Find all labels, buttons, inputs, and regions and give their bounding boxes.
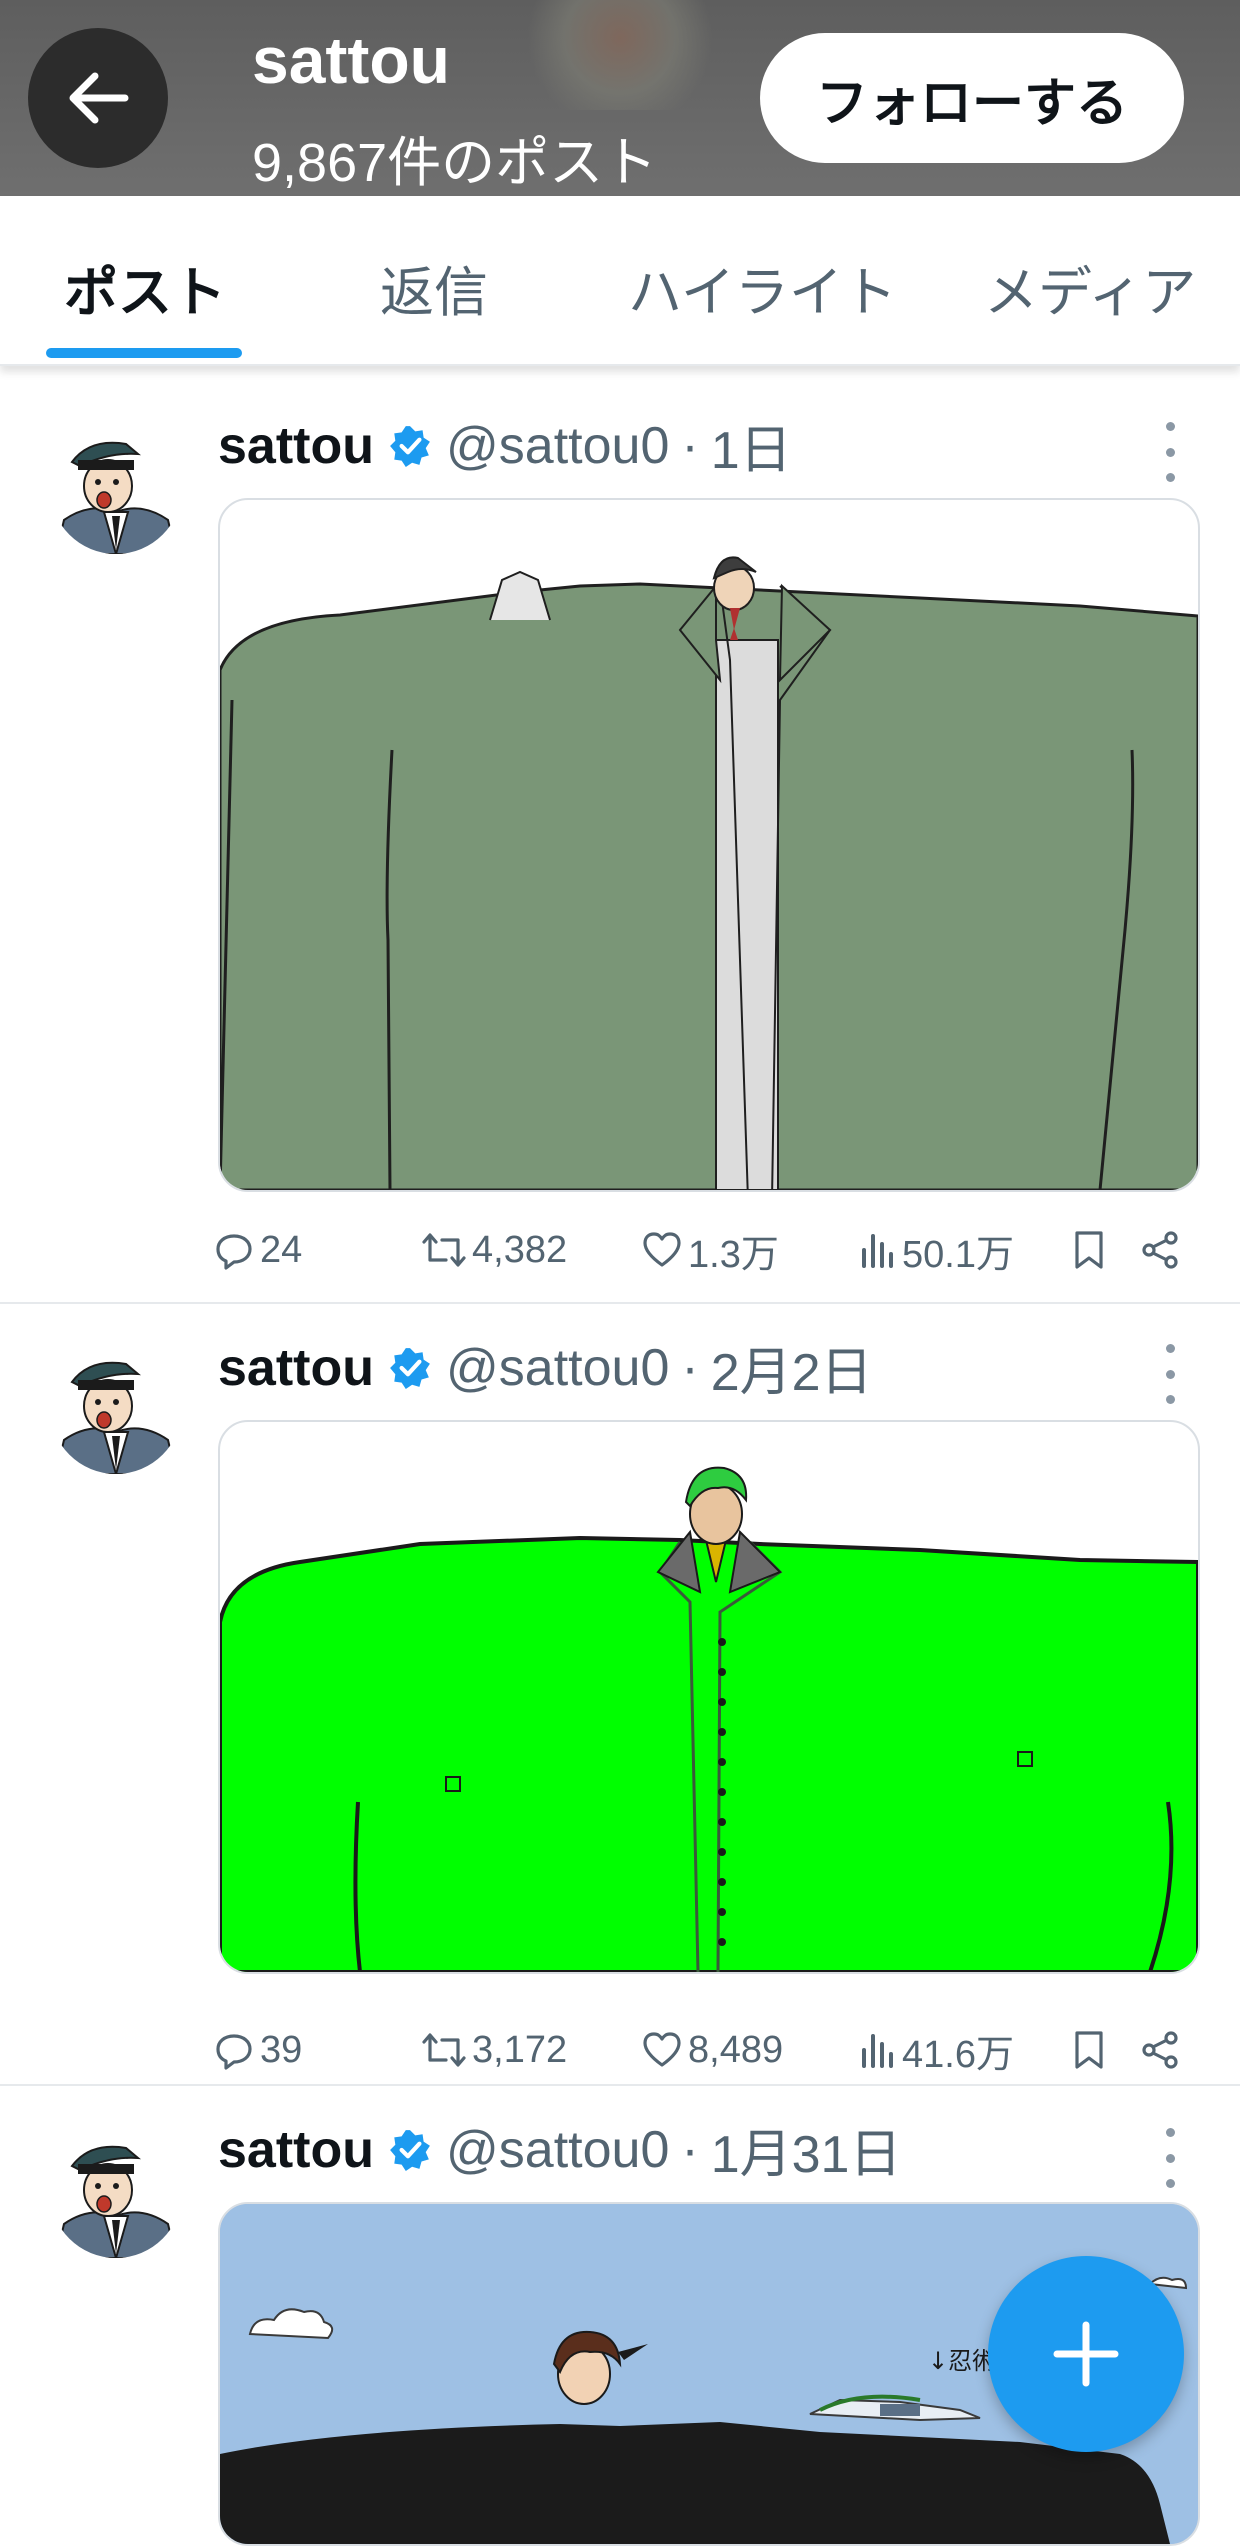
- more-vertical-icon[interactable]: [1150, 2128, 1190, 2188]
- like-count: 1.3万: [688, 1233, 779, 1276]
- reply-count: 24: [260, 1228, 303, 1271]
- verified-badge-icon: [388, 1346, 432, 1390]
- bookmark-icon: [1075, 1231, 1103, 1269]
- reply-icon: [216, 1234, 252, 1270]
- arrow-left-icon: [69, 72, 129, 124]
- like-count: 8,489: [688, 2028, 784, 2071]
- post-count: 9,867件のポスト: [252, 133, 658, 193]
- like-button[interactable]: 1.3万: [642, 1220, 779, 1280]
- active-tab-indicator: [46, 348, 242, 358]
- green-coat-illustration: [220, 556, 1198, 1190]
- post-item[interactable]: sattou @sattou0 · 2月2日 39 3,172 8,489 41…: [0, 1304, 1240, 2084]
- author-handle[interactable]: @sattou0: [446, 416, 669, 476]
- share-icon: [1142, 2031, 1178, 2069]
- reply-icon: [216, 2034, 252, 2070]
- tab-media[interactable]: メディア: [984, 248, 1196, 327]
- follow-button[interactable]: フォローする: [760, 33, 1184, 163]
- repost-button[interactable]: 3,172: [422, 2020, 567, 2080]
- compose-button[interactable]: [988, 2256, 1184, 2452]
- reply-button[interactable]: 24: [214, 1220, 302, 1280]
- bright-green-coat-illustration: [220, 1466, 1198, 1972]
- verified-badge-icon: [388, 424, 432, 468]
- repost-icon: [422, 1233, 466, 1267]
- repost-count: 3,172: [472, 2028, 568, 2071]
- repost-count: 4,382: [472, 1228, 568, 1271]
- back-button[interactable]: [28, 28, 168, 168]
- post-actions: 24 4,382 1.3万 50.1万: [214, 1220, 1204, 1280]
- reply-count: 39: [260, 2028, 303, 2071]
- author-name[interactable]: sattou: [218, 1338, 374, 1398]
- tab-posts[interactable]: ポスト: [64, 248, 226, 327]
- post-author-line: sattou @sattou0 · 2月2日: [218, 1330, 873, 1405]
- repost-button[interactable]: 4,382: [422, 1220, 567, 1280]
- avatar[interactable]: [50, 422, 182, 554]
- post-date[interactable]: 1日: [711, 408, 792, 483]
- bookmark-button[interactable]: [1072, 2020, 1112, 2080]
- heart-icon: [643, 2032, 681, 2067]
- views-icon: [862, 2034, 893, 2068]
- author-handle[interactable]: @sattou0: [446, 2120, 669, 2180]
- views-count: 50.1万: [902, 1233, 1014, 1276]
- profile-name: sattou: [252, 23, 450, 97]
- separator-dot: ·: [681, 2120, 699, 2179]
- post-image[interactable]: [218, 498, 1200, 1192]
- post-author-line: sattou @sattou0 · 1月31日: [218, 2112, 901, 2187]
- tab-highlights[interactable]: ハイライト: [628, 248, 897, 327]
- post-item[interactable]: sattou @sattou0 · 1日 24 4,382 1.3万 50.1万: [0, 364, 1240, 1304]
- author-handle[interactable]: @sattou0: [446, 1338, 669, 1398]
- more-vertical-icon[interactable]: [1150, 422, 1190, 482]
- views-count: 41.6万: [902, 2033, 1014, 2076]
- heart-icon: [643, 1232, 681, 1267]
- avatar[interactable]: [50, 1342, 182, 1474]
- reply-button[interactable]: 39: [214, 2020, 302, 2080]
- post-image[interactable]: [218, 1420, 1200, 1974]
- more-vertical-icon[interactable]: [1150, 1344, 1190, 1404]
- avatar[interactable]: [50, 2126, 182, 2258]
- author-name[interactable]: sattou: [218, 2120, 374, 2180]
- repost-icon: [422, 2033, 466, 2067]
- views-icon: [862, 1234, 893, 1268]
- post-date[interactable]: 1月31日: [711, 2112, 902, 2187]
- profile-tabs: ポスト 返信 ハイライト メディア: [0, 196, 1240, 366]
- share-button[interactable]: [1140, 2020, 1186, 2080]
- image-caption-text: ↓忍術: [928, 2347, 996, 2375]
- separator-dot: ·: [681, 416, 699, 475]
- tab-replies[interactable]: 返信: [380, 248, 488, 327]
- post-author-line: sattou @sattou0 · 1日: [218, 408, 792, 483]
- header-banner-image: [520, 0, 720, 110]
- profile-header: sattou 9,867件のポスト フォローする: [0, 0, 1240, 196]
- like-button[interactable]: 8,489: [642, 2020, 783, 2080]
- share-button[interactable]: [1140, 1220, 1186, 1280]
- views-button[interactable]: 50.1万: [860, 1220, 1014, 1280]
- verified-badge-icon: [388, 2128, 432, 2172]
- plus-icon: [1053, 2321, 1119, 2387]
- post-date[interactable]: 2月2日: [711, 1330, 873, 1405]
- bookmark-button[interactable]: [1072, 1220, 1112, 1280]
- separator-dot: ·: [681, 1338, 699, 1397]
- author-name[interactable]: sattou: [218, 416, 374, 476]
- post-actions: 39 3,172 8,489 41.6万: [214, 2020, 1204, 2080]
- views-button[interactable]: 41.6万: [860, 2020, 1014, 2080]
- bookmark-icon: [1075, 2031, 1103, 2069]
- share-icon: [1142, 1231, 1178, 1269]
